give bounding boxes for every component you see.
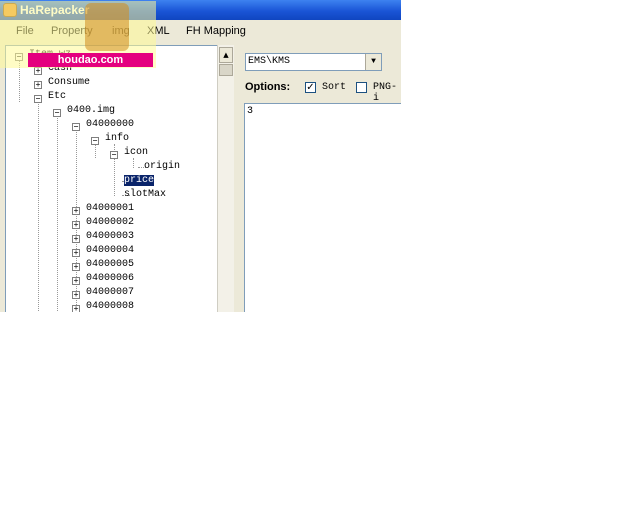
menu-bar: File Property img XML FH Mapping <box>0 20 401 43</box>
tree-node-origin[interactable]: origin <box>144 160 180 174</box>
options-label: Options: <box>245 81 291 93</box>
tree-line <box>19 60 20 102</box>
title-bar[interactable]: HaRepacker <box>0 0 401 20</box>
tree-node-consume[interactable]: Consume <box>48 76 90 90</box>
tree-node-info[interactable]: info <box>105 132 129 146</box>
expand-icon[interactable]: + <box>72 221 80 229</box>
expand-icon[interactable]: + <box>34 81 42 89</box>
tree-line <box>57 116 58 312</box>
collapse-icon[interactable]: − <box>110 151 118 159</box>
expand-icon[interactable]: + <box>72 263 80 271</box>
menu-file[interactable]: File <box>16 25 34 37</box>
expand-icon[interactable]: + <box>34 67 42 75</box>
tree-node-0400-img[interactable]: 0400.img <box>67 104 115 118</box>
expand-icon[interactable]: + <box>72 291 80 299</box>
scroll-up-icon[interactable]: ▲ <box>219 47 233 63</box>
menu-fh-mapping[interactable]: FH Mapping <box>186 25 246 37</box>
collapse-icon[interactable]: − <box>53 109 61 117</box>
tree-view[interactable]: − Item.wz + Cash + Consume − Etc − 0400.… <box>5 45 217 312</box>
collapse-icon[interactable]: − <box>72 123 80 131</box>
expand-icon[interactable]: + <box>72 207 80 215</box>
tree-line <box>38 102 39 312</box>
tree-node-04000007[interactable]: 04000007 <box>86 286 134 300</box>
tree-node-04000008[interactable]: 04000008 <box>86 300 134 312</box>
chevron-down-icon[interactable]: ▼ <box>365 54 381 70</box>
expand-icon[interactable]: + <box>72 235 80 243</box>
tree-node-04000002[interactable]: 04000002 <box>86 216 134 230</box>
tree-node-04000006[interactable]: 04000006 <box>86 272 134 286</box>
tree-node-etc[interactable]: Etc <box>48 90 66 104</box>
sort-checkbox[interactable]: ✓ <box>305 82 316 93</box>
app-icon <box>3 3 17 17</box>
tree-node-04000003[interactable]: 04000003 <box>86 230 134 244</box>
tree-node-item-wz[interactable]: Item.wz <box>29 48 71 62</box>
collapse-icon[interactable]: − <box>34 95 42 103</box>
tree-node-04000005[interactable]: 04000005 <box>86 258 134 272</box>
property-panel: EMS\KMS ▼ Options: ✓ Sort PNG-i 3 <box>240 45 401 312</box>
tree-node-icon[interactable]: icon <box>124 146 148 160</box>
tree-node-04000001[interactable]: 04000001 <box>86 202 134 216</box>
tree-node-04000004[interactable]: 04000004 <box>86 244 134 258</box>
tree-node-price[interactable]: price <box>124 174 155 188</box>
menu-xml[interactable]: XML <box>147 25 170 37</box>
menu-property[interactable]: Property <box>51 25 93 37</box>
tree-node-cash[interactable]: Cash <box>48 62 72 76</box>
encryption-dropdown[interactable]: EMS\KMS ▼ <box>245 53 382 71</box>
tree-line <box>95 144 96 158</box>
collapse-icon[interactable]: − <box>91 137 99 145</box>
png-label: PNG-i <box>373 82 398 104</box>
collapse-icon[interactable]: − <box>15 53 23 61</box>
window-title: HaRepacker <box>20 3 90 17</box>
expand-icon[interactable]: + <box>72 277 80 285</box>
menu-img[interactable]: img <box>112 25 130 37</box>
tree-node-slotmax[interactable]: slotMax <box>124 188 166 202</box>
tree-node-04000000[interactable]: 04000000 <box>86 118 134 132</box>
png-checkbox[interactable] <box>356 82 367 93</box>
sort-label: Sort <box>322 82 347 93</box>
tree-scrollbar[interactable]: ▲ <box>217 45 234 312</box>
value-textarea[interactable]: 3 <box>244 103 401 312</box>
expand-icon[interactable]: + <box>72 305 80 312</box>
scroll-thumb[interactable] <box>219 64 233 76</box>
app-window: HaRepacker File Property img XML FH Mapp… <box>0 0 401 312</box>
expand-icon[interactable]: + <box>72 249 80 257</box>
